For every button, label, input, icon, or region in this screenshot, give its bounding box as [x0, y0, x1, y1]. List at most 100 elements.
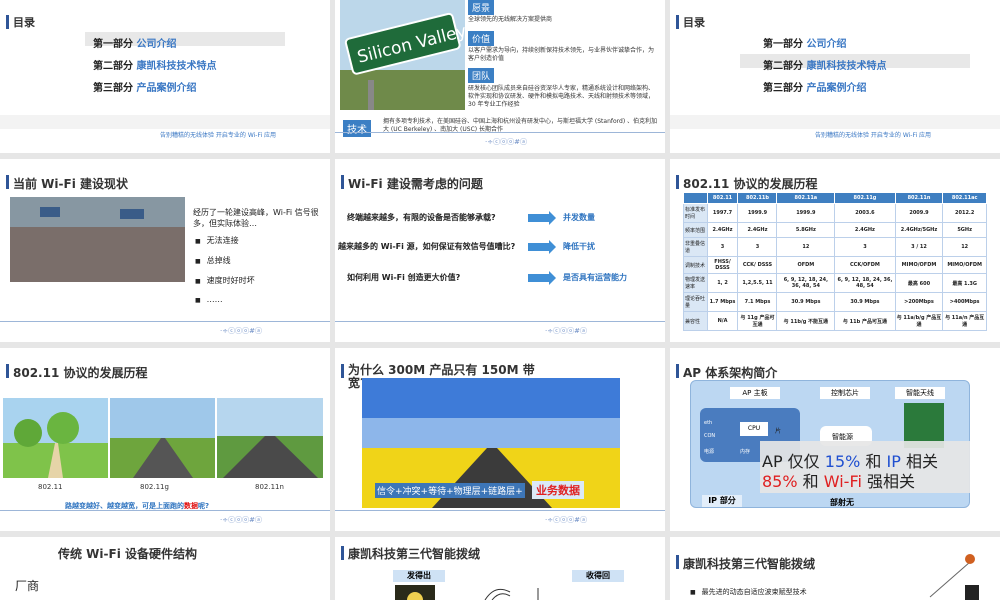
slide-hw-structure[interactable]: 传统 Wi-Fi 设备硬件结构 厂商 — [0, 537, 330, 600]
issue-answer-1: 并发数量 — [563, 213, 595, 222]
slide-toc-2[interactable]: 目录 第一部分 公司介绍 第二部分 康凯科技技术特点 第三部分 产品案例介绍 告… — [670, 0, 1000, 153]
roads-image — [3, 398, 323, 478]
title-bar — [341, 364, 344, 378]
table-cell: CCK/OFDM — [834, 256, 896, 274]
footer-slogan: 告别糟糕的无线体验 开启专业的 Wi-Fi 应用 — [815, 132, 932, 139]
table-row: 非重叠信道 3 3 12 3 3 / 12 12 — [683, 237, 987, 257]
slide-roads[interactable]: 802.11 协议的发展历程 802.11 802.11g 802.11n 路越… — [0, 348, 330, 531]
status-bullet-2: 总掉线 — [195, 255, 231, 266]
toc-row-1[interactable]: 第一部分 公司介绍 — [763, 35, 846, 50]
eth-label: eth — [704, 420, 713, 426]
chip-label: 片 — [775, 428, 782, 435]
slide-protocol-table[interactable]: 802.11 协议的发展历程 802.11 802.11b 802.11a 80… — [670, 159, 1000, 342]
road-label-3: 802.11n — [255, 483, 284, 491]
overhead-label: 信令+冲突+等待+物理层+链路层+ — [375, 483, 525, 498]
table-cell: 1999.9 — [776, 203, 836, 223]
value-text: 以客户需求为导向，持续创新保持技术领先，与业界伙伴诚挚合作，为客户创造价值 — [468, 47, 655, 62]
memory-label: 内存 — [740, 449, 751, 455]
table-cell: 最高 1.3G — [942, 273, 987, 293]
row-header: 物理发送速率 — [683, 273, 708, 293]
slide-issues[interactable]: Wi-Fi 建设需考虑的问题 终端越来越多，有限的设备是否能够承载? 并发数量 … — [335, 159, 665, 342]
ip-part-label: IP 部分 — [702, 495, 742, 507]
title-bar — [676, 175, 679, 189]
title-bar — [341, 546, 344, 560]
table-row: 频率范围 2.4GHz 2.4GHz 5.8GHz 2.4GHz 2.4GHz/5GHz 5… — [683, 222, 987, 238]
toc-row-3[interactable]: 第三部分 产品案例介绍 — [93, 79, 196, 94]
value-label: 价值 — [468, 31, 495, 46]
issue-answer-3: 是否具有运营能力 — [563, 273, 627, 282]
slide-gen3-a[interactable]: 康凯科技第三代智能拨绒 发得出 收得回 — [335, 537, 665, 600]
title-bar — [6, 175, 9, 189]
slide-status[interactable]: 当前 Wi-Fi 建设现状 经历了一轮建设高峰，Wi-Fi 信号很多，但实际体验… — [0, 159, 330, 342]
table-cell: 2009.9 — [894, 203, 944, 223]
footer-line — [0, 321, 330, 322]
main-board-label: AP 主板 — [730, 387, 780, 399]
table-cell: 3 — [706, 237, 739, 257]
table-cell: 3 — [737, 237, 778, 257]
table-cell: 与 11b/g 不能互通 — [776, 311, 836, 331]
table-cell: 1,2,5.5, 11 — [737, 273, 778, 293]
footer-line — [335, 321, 665, 322]
team-text: 研发核心团队成员来自硅谷资深华人专家，精通系统设计和网络架构、软件实现和协议研发… — [468, 85, 655, 108]
protocol-title: 802.11 协议的发展历程 — [683, 177, 818, 191]
table-header-row: 802.11 802.11b 802.11a 802.11g 802.11n 8… — [683, 192, 987, 204]
toc-title: 目录 — [683, 16, 705, 29]
table-cell: CCK/ DSSS — [737, 256, 778, 274]
arrow-icon — [528, 240, 556, 254]
table-cell: 6, 9, 12, 18, 24, 36, 48, 54 — [834, 273, 896, 293]
footer-mark: ·÷ⓒⓞⓞ#ⓐ — [545, 516, 587, 524]
footer-mark: ·÷ⓒⓞⓞ#ⓐ — [220, 327, 262, 335]
slide-company[interactable]: Silicon Valley 愿景 全球领先的无线解决方案提供商 价值 以客户需… — [335, 0, 665, 153]
vision-label: 愿景 — [468, 0, 495, 15]
roads-title: 802.11 协议的发展历程 — [13, 366, 148, 380]
wireless-tower-icon — [929, 554, 979, 600]
row-header: 理论吞吐量 — [683, 292, 708, 312]
table-cell: 1, 2 — [706, 273, 739, 293]
footer-line — [335, 132, 665, 133]
table-cell: MIMO/OFDM — [942, 256, 987, 274]
slide-gen3-b[interactable]: 康凯科技第三代智能拨绒 最先进的动态自适应波束赋型技术 — [670, 537, 1000, 600]
road-label-1: 802.11 — [38, 483, 63, 491]
table-cell: 1997.7 — [706, 203, 739, 223]
table-cell: MIMO/OFDM — [894, 256, 944, 274]
title-bar — [676, 15, 679, 29]
rf-part-label: 部射无 — [830, 498, 854, 507]
road-label-2: 802.11g — [140, 483, 169, 491]
signal-waves-icon — [484, 588, 539, 600]
table-header-cell: 802.11a — [776, 192, 836, 204]
title-bar — [676, 555, 679, 569]
table-cell: 1999.9 — [737, 203, 778, 223]
table-cell: 2.4GHz — [706, 222, 739, 238]
table-cell: FHSS/ DSSS — [706, 256, 739, 274]
status-bullet-4: …… — [195, 295, 223, 304]
row-header: 频率范围 — [683, 222, 708, 238]
cpu-label: CPU — [740, 422, 768, 436]
con-label: CON — [704, 433, 716, 439]
row-header: 调制技术 — [683, 256, 708, 274]
slide-why-300m[interactable]: 为什么 300M 产品只有 150M 带宽? 信令+冲突+等待+物理层+链路层+… — [335, 348, 665, 531]
table-header-cell: 802.11g — [834, 192, 896, 204]
footer-mark: ·÷ⓒⓞⓞ#ⓐ — [485, 138, 527, 146]
table-cell: 12 — [776, 237, 836, 257]
toc-row-2[interactable]: 第二部分 康凯科技技术特点 — [93, 57, 216, 72]
team-label: 团队 — [468, 68, 495, 83]
status-title: 当前 Wi-Fi 建设现状 — [13, 177, 128, 191]
slide-ap-arch[interactable]: AP 体系架构简介 AP 主板 控制芯片 智能天线 eth CON 电源 CPU… — [670, 348, 1000, 531]
table-cell: 30.9 Mbps — [776, 292, 836, 312]
toc-title: 目录 — [13, 16, 35, 29]
row-header: 兼容性 — [683, 311, 708, 331]
toc-row-1[interactable]: 第一部分 公司介绍 — [93, 35, 176, 50]
road-sign-image: Silicon Valley — [340, 0, 465, 110]
table-cell: >400Mbps — [942, 292, 987, 312]
table-cell: 与 11g 产品可互通 — [737, 311, 778, 331]
slide-grid: 目录 第一部分 公司介绍 第二部分 康凯科技技术特点 第三部分 产品案例介绍 告… — [0, 0, 1000, 600]
table-cell: 2.4GHz — [834, 222, 896, 238]
arrow-icon — [528, 271, 556, 285]
toc-row-2[interactable]: 第二部分 康凯科技技术特点 — [763, 57, 886, 72]
slide-toc-1[interactable]: 目录 第一部分 公司介绍 第二部分 康凯科技技术特点 第三部分 产品案例介绍 告… — [0, 0, 330, 153]
ap-overlay-line2: 85% 和 Wi-Fi 强相关 — [762, 472, 916, 491]
vision-text: 全球领先的无线解决方案提供商 — [468, 16, 553, 23]
toc-row-3[interactable]: 第三部分 产品案例介绍 — [763, 79, 866, 94]
table-row: 理论吞吐量 1.7 Mbps 7.1 Mbps 30.9 Mbps 30.9 Mbps >… — [683, 292, 987, 312]
table-header-cell — [683, 192, 708, 204]
